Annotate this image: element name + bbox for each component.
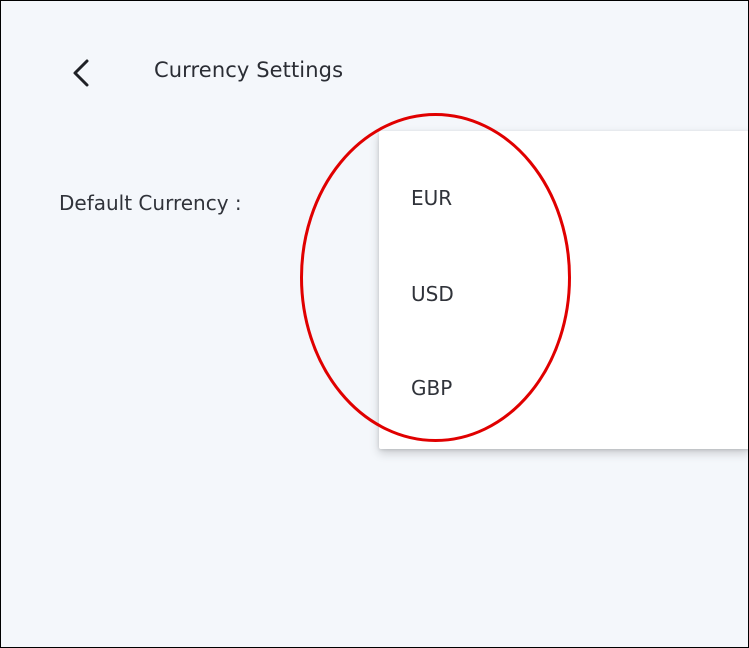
default-currency-label: Default Currency : <box>59 191 242 215</box>
back-button[interactable] <box>59 51 103 95</box>
header-bar: Currency Settings <box>1 41 748 107</box>
currency-option-gbp[interactable]: GBP <box>379 353 748 423</box>
currency-option-eur[interactable]: EUR <box>379 163 748 233</box>
chevron-left-icon <box>73 59 89 87</box>
page-title: Currency Settings <box>154 58 344 82</box>
currency-option-usd[interactable]: USD <box>379 259 748 329</box>
currency-dropdown-menu: EUR USD GBP <box>379 131 748 449</box>
app-screen: Currency Settings Default Currency : EUR… <box>0 0 749 648</box>
